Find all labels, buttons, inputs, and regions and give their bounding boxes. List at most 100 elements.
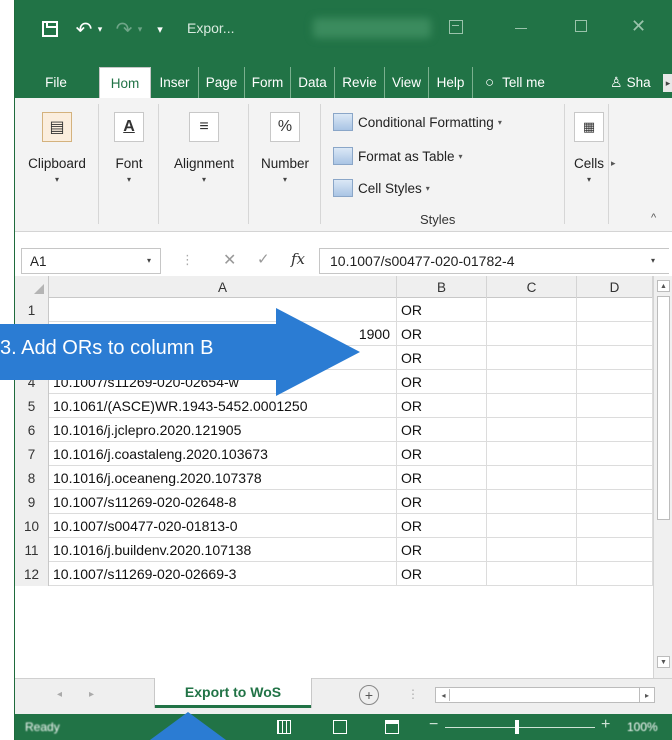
cell-b[interactable]: OR [397, 322, 487, 346]
cell-c[interactable] [487, 370, 577, 394]
row-header[interactable]: 8 [15, 466, 49, 490]
tab-file[interactable]: File [25, 67, 87, 98]
cell-c[interactable] [487, 346, 577, 370]
ribbon-display-options-icon[interactable] [449, 20, 463, 34]
formula-input[interactable]: 10.1007/s00477-020-01782-4 [319, 248, 669, 274]
tab-formulas[interactable]: Form [245, 67, 291, 98]
normal-view-icon[interactable] [277, 720, 291, 734]
row-header[interactable]: 10 [15, 514, 49, 538]
cell-d[interactable] [577, 442, 653, 466]
cell-b[interactable]: OR [397, 514, 487, 538]
cell-d[interactable] [577, 490, 653, 514]
clipboard-button[interactable]: ▤ Clipboard ▾ [17, 112, 97, 184]
font-button[interactable]: A Font ▾ [103, 112, 155, 184]
cell-a[interactable]: 10.1007/s00477-020-01813-0 [49, 514, 397, 538]
cell-b[interactable]: OR [397, 538, 487, 562]
cell-d[interactable] [577, 322, 653, 346]
minimize-icon[interactable] [515, 28, 527, 29]
scroll-thumb[interactable] [657, 296, 670, 520]
alignment-button[interactable]: ≡ Alignment ▾ [161, 112, 247, 184]
save-icon[interactable] [37, 16, 63, 42]
tab-insert[interactable]: Inser [151, 67, 199, 98]
customize-toolbar-icon[interactable]: ▾ [153, 16, 167, 42]
row-header[interactable]: 11 [15, 538, 49, 562]
column-header-b[interactable]: B [397, 276, 487, 298]
add-sheet-icon[interactable]: + [359, 685, 379, 705]
cell-c[interactable] [487, 394, 577, 418]
cells-button[interactable]: ▦ Cells ▾ [569, 112, 609, 184]
cell-d[interactable] [577, 514, 653, 538]
cell-d[interactable] [577, 394, 653, 418]
page-break-view-icon[interactable] [385, 720, 399, 734]
tab-page-layout[interactable]: Page [199, 67, 245, 98]
cell-b[interactable]: OR [397, 562, 487, 586]
cell-b[interactable]: OR [397, 418, 487, 442]
tab-view[interactable]: View [385, 67, 429, 98]
previous-sheet-icon[interactable]: ◂ [57, 689, 62, 700]
horizontal-scrollbar[interactable]: ◂ [435, 687, 655, 703]
cell-d[interactable] [577, 562, 653, 586]
cell-b[interactable]: OR [397, 370, 487, 394]
column-header-a[interactable]: A [49, 276, 397, 298]
close-icon[interactable]: ✕ [631, 16, 646, 37]
cell-c[interactable] [487, 418, 577, 442]
tab-home[interactable]: Hom [99, 67, 151, 98]
select-all-button[interactable] [15, 276, 49, 298]
row-header[interactable]: 6 [15, 418, 49, 442]
redo-dropdown-icon[interactable]: ▾ [135, 16, 145, 42]
cell-d[interactable] [577, 538, 653, 562]
zoom-out-icon[interactable]: − [429, 716, 438, 734]
insert-function-icon[interactable]: fx [291, 250, 305, 268]
chevron-down-icon[interactable]: ▾ [147, 256, 151, 265]
cell-styles-button[interactable]: Cell Styles ▾ [333, 176, 430, 200]
row-header[interactable]: 9 [15, 490, 49, 514]
undo-icon[interactable]: ↶ [73, 16, 95, 42]
column-header-d[interactable]: D [577, 276, 653, 298]
row-header[interactable]: 12 [15, 562, 49, 586]
cell-a[interactable]: 10.1016/j.coastaleng.2020.103673 [49, 442, 397, 466]
cell-c[interactable] [487, 538, 577, 562]
vertical-scrollbar[interactable]: ▲ ▼ [653, 276, 672, 678]
zoom-slider-thumb[interactable] [515, 720, 519, 734]
cell-a[interactable]: 10.1007/s11269-020-02669-3 [49, 562, 397, 586]
tab-review[interactable]: Revie [335, 67, 385, 98]
splitter-icon[interactable]: ⋮ [181, 252, 194, 268]
cell-d[interactable] [577, 466, 653, 490]
redo-icon[interactable]: ↷ [113, 16, 135, 42]
expand-formula-bar-icon[interactable]: ▾ [651, 256, 655, 265]
splitter-icon[interactable]: ⋮ [407, 687, 419, 701]
cell-c[interactable] [487, 490, 577, 514]
cancel-icon[interactable]: ✕ [223, 250, 236, 270]
share-button[interactable]: ♙ Sha [610, 67, 651, 98]
cell-d[interactable] [577, 418, 653, 442]
tab-scroll-right-icon[interactable]: ▸ [663, 74, 672, 92]
conditional-formatting-button[interactable]: Conditional Formatting ▾ [333, 110, 502, 134]
cell-c[interactable] [487, 298, 577, 322]
page-layout-view-icon[interactable] [333, 720, 347, 734]
cell-a[interactable]: 10.1016/j.jclepro.2020.121905 [49, 418, 397, 442]
tab-data[interactable]: Data [291, 67, 335, 98]
cell-c[interactable] [487, 442, 577, 466]
cell-b[interactable]: OR [397, 466, 487, 490]
enter-icon[interactable]: ✓ [257, 250, 270, 268]
cell-c[interactable] [487, 322, 577, 346]
cell-d[interactable] [577, 346, 653, 370]
undo-dropdown-icon[interactable]: ▾ [95, 16, 105, 42]
cell-b[interactable]: OR [397, 394, 487, 418]
cell-a[interactable]: 10.1016/j.oceaneng.2020.107378 [49, 466, 397, 490]
zoom-level[interactable]: 100% [627, 720, 658, 734]
tell-me-search[interactable]: ○ Tell me [485, 67, 545, 98]
cell-b[interactable]: OR [397, 346, 487, 370]
zoom-in-icon[interactable]: + [601, 716, 610, 734]
name-box[interactable]: A1 [21, 248, 161, 274]
row-header[interactable]: 5 [15, 394, 49, 418]
cell-a[interactable]: 10.1061/(ASCE)WR.1943-5452.0001250 [49, 394, 397, 418]
tab-help[interactable]: Help [429, 67, 473, 98]
cell-c[interactable] [487, 514, 577, 538]
cell-a[interactable]: 10.1007/s11269-020-02648-8 [49, 490, 397, 514]
cell-a[interactable]: 10.1016/j.buildenv.2020.107138 [49, 538, 397, 562]
format-as-table-button[interactable]: Format as Table ▾ [333, 144, 463, 168]
next-sheet-icon[interactable]: ▸ [89, 689, 94, 700]
number-button[interactable]: % Number ▾ [251, 112, 319, 184]
scroll-right-icon[interactable]: ▸ [639, 687, 655, 703]
